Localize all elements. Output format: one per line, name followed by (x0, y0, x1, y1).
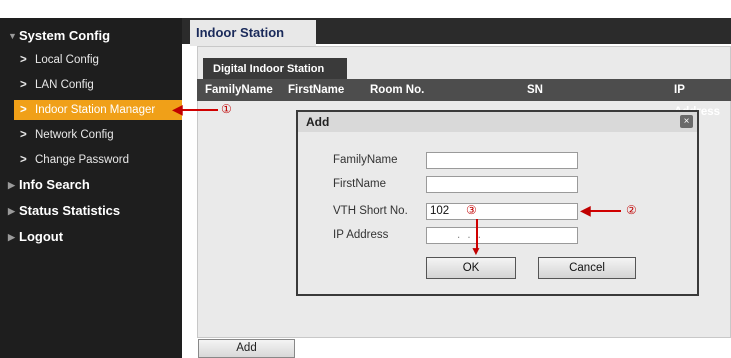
sidebar-item-status-statistics[interactable]: ▶ Status Statistics (0, 201, 182, 221)
sidebar-item-logout[interactable]: ▶ Logout (0, 227, 182, 247)
triangle-right-icon: ▶ (8, 232, 15, 242)
chevron-right-icon: > (20, 129, 27, 141)
ip-address-field[interactable]: . . . (426, 227, 578, 244)
column-header: FamilyName (205, 84, 273, 96)
triangle-right-icon: ▶ (8, 206, 15, 216)
sidebar-item-network-config[interactable]: > Network Config (0, 125, 182, 145)
arrow-left-icon: ◀ (580, 202, 591, 218)
column-header: FirstName (288, 84, 345, 96)
sidebar-item-change-password[interactable]: > Change Password (0, 150, 182, 170)
triangle-down-icon: ▼ (8, 31, 17, 41)
familyname-label: FamilyName (333, 154, 398, 166)
familyname-field[interactable] (426, 152, 578, 169)
column-header: SN (527, 84, 543, 96)
dialog-title: Add (298, 112, 697, 132)
arrow-down-icon: ▼ (470, 244, 482, 258)
annotation-step-2: ② (626, 203, 637, 217)
chevron-right-icon: > (20, 104, 27, 116)
sidebar-item-info-search[interactable]: ▶ Info Search (0, 175, 182, 195)
ok-button[interactable]: OK (426, 257, 516, 279)
vth-short-no-field[interactable]: 102 (426, 203, 578, 220)
triangle-right-icon: ▶ (8, 180, 15, 190)
sidebar-item-lan-config[interactable]: > LAN Config (0, 75, 182, 95)
arrow-left-icon: ◀ (172, 101, 183, 117)
chevron-right-icon: > (20, 54, 27, 66)
subtab-digital-indoor-station[interactable]: Digital Indoor Station (203, 58, 347, 80)
ip-address-label: IP Address (333, 229, 389, 241)
cancel-button[interactable]: Cancel (538, 257, 636, 279)
sidebar-item-label: System Config (19, 28, 111, 43)
annotation-arrow (178, 109, 218, 111)
annotation-step-1: ① (221, 102, 232, 116)
firstname-label: FirstName (333, 178, 387, 190)
sidebar-item-label: LAN Config (35, 79, 94, 91)
add-button[interactable]: Add (198, 339, 295, 358)
column-header: Room No. (370, 84, 425, 96)
chevron-right-icon: > (20, 154, 27, 166)
sidebar-item-label: Logout (19, 229, 64, 244)
sidebar-item-label: Change Password (35, 154, 129, 166)
add-dialog: Add × FamilyName FirstName VTH Short No.… (296, 110, 699, 296)
vth-short-no-label: VTH Short No. (333, 205, 408, 217)
table-header: FamilyName FirstName Room No. SN IP Addr… (197, 79, 731, 118)
sidebar-item-label: Status Statistics (19, 203, 121, 218)
sidebar-item-label: Local Config (35, 54, 99, 66)
sidebar-item-label: Network Config (35, 129, 114, 141)
chevron-right-icon: > (20, 79, 27, 91)
close-icon[interactable]: × (680, 115, 693, 128)
sidebar-item-system-config[interactable]: ▼ System Config (0, 26, 182, 46)
annotation-arrow (586, 210, 621, 212)
sidebar-item-label: Info Search (19, 177, 90, 192)
sidebar-item-label: Indoor Station Manager (35, 104, 156, 116)
annotation-step-3: ③ (466, 203, 477, 217)
firstname-field[interactable] (426, 176, 578, 193)
sidebar-item-local-config[interactable]: > Local Config (0, 50, 182, 70)
sidebar-item-indoor-station-manager[interactable]: > Indoor Station Manager (14, 100, 184, 120)
sidebar: ▼ System Config > Local Config > LAN Con… (0, 0, 184, 358)
tab-indoor-station[interactable]: Indoor Station (190, 20, 316, 46)
